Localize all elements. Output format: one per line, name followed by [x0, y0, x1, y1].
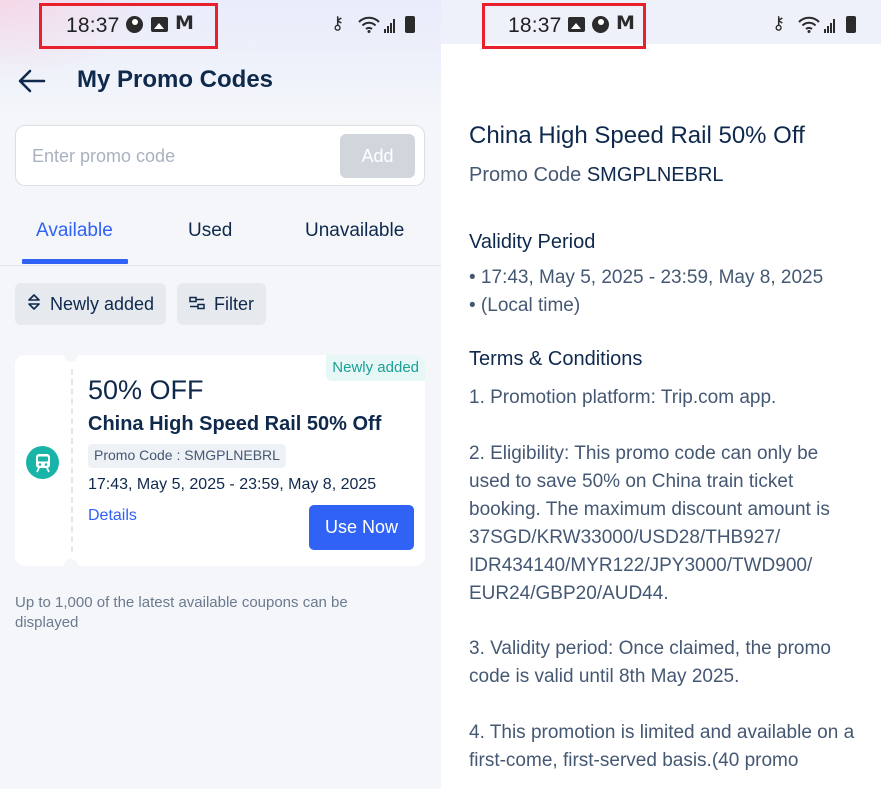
wifi-icon [798, 16, 820, 33]
perforation-line [71, 369, 73, 552]
terms-item-3: 3. Validity period: Once claimed, the pr… [469, 638, 831, 687]
image-icon [151, 17, 168, 32]
tab-used[interactable]: Used [188, 220, 232, 242]
wifi-icon [358, 16, 380, 33]
gmail-icon: M [175, 12, 194, 34]
promo-list-screen: 18:37 M ⚷ My Promo Codes Add Available U… [0, 0, 441, 789]
vpn-key-icon: ⚷ [772, 13, 786, 33]
coupon-limit-note: Up to 1,000 of the latest available coup… [15, 594, 348, 631]
promo-code-input[interactable] [32, 138, 332, 174]
ticket-notch-bottom [64, 559, 78, 573]
status-time: 18:37 [508, 14, 562, 37]
validity-heading: Validity Period [469, 231, 596, 253]
battery-icon [846, 16, 856, 33]
terms-item-2: 2. Eligibility: This promo code can only… [469, 443, 830, 604]
detail-promo-code: Promo Code SMGPLNEBRL [469, 164, 724, 187]
coupon-stub [15, 355, 71, 566]
coupon-discount: 50% OFF [88, 375, 204, 405]
promo-detail-screen: 18:37 M ⚷ China High Speed Rail 50% Off … [441, 0, 881, 789]
add-button[interactable]: Add [340, 134, 415, 178]
promo-code-value: SMGPLNEBRL [586, 164, 724, 186]
filter-chip[interactable]: Filter [177, 283, 266, 325]
active-tab-indicator [22, 259, 128, 264]
validity-line-1: • 17:43, May 5, 2025 - 23:59, May 8, 202… [469, 267, 824, 288]
back-arrow-icon[interactable] [16, 64, 50, 98]
status-time: 18:37 [66, 14, 120, 37]
validity-line-2: • (Local time) [469, 295, 581, 316]
newly-added-badge: Newly added [326, 355, 425, 381]
coupon-validity-dates: 17:43, May 5, 2025 - 23:59, May 8, 2025 [88, 476, 377, 493]
detail-title: China High Speed Rail 50% Off [469, 122, 805, 149]
tab-available[interactable]: Available [36, 220, 113, 242]
ticket-notch-top [64, 348, 78, 362]
filter-label: Filter [214, 293, 254, 314]
coupon-tabs: Available Used Unavailable [0, 210, 441, 266]
terms-item-1: 1. Promotion platform: Trip.com app. [469, 387, 777, 408]
status-bar: 18:37 M ⚷ [441, 0, 881, 52]
terms-heading: Terms & Conditions [469, 348, 643, 370]
gmail-icon: M [616, 12, 635, 34]
page-title: My Promo Codes [77, 66, 274, 93]
promo-code-entry: Add [15, 125, 425, 186]
account-circle-icon [592, 16, 609, 33]
status-bar: 18:37 M ⚷ [0, 0, 441, 52]
terms-item-4: 4. This promotion is limited and availab… [469, 722, 855, 771]
sort-chip[interactable]: Newly added [15, 283, 167, 325]
signal-icon [384, 19, 395, 33]
image-icon [568, 17, 585, 32]
vpn-key-icon: ⚷ [331, 13, 345, 33]
sort-label: Newly added [50, 293, 155, 314]
details-link[interactable]: Details [88, 507, 137, 525]
coupon-card[interactable]: Newly added 50% OFF China High Speed Rai… [15, 348, 425, 573]
coupon-name: China High Speed Rail 50% Off [88, 413, 382, 435]
account-circle-icon [126, 16, 143, 33]
signal-icon [824, 19, 835, 33]
sort-icon [27, 293, 41, 315]
use-now-button[interactable]: Use Now [309, 505, 414, 550]
filter-icon [189, 294, 205, 315]
coupon-code-tag: Promo Code : SMGPLNEBRL [88, 444, 286, 468]
train-icon [26, 446, 59, 479]
promo-code-prefix: Promo Code [469, 164, 582, 186]
tab-unavailable[interactable]: Unavailable [305, 220, 404, 242]
battery-icon [405, 16, 415, 33]
